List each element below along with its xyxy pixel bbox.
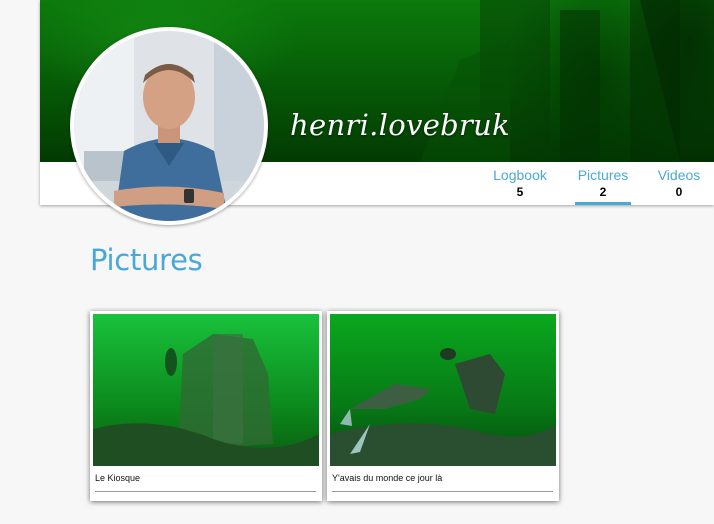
profile-header: henri.lovebruk Logbook 5 Pictures 2 Vide… [40,0,714,225]
picture-caption: Y'avais du monde ce jour là [332,473,443,483]
tab-videos-count: 0 [675,185,683,199]
tab-logbook[interactable]: Logbook 5 [486,162,554,205]
picture-card[interactable]: Le Kiosque [90,311,322,501]
tab-pictures[interactable]: Pictures 2 [575,162,631,205]
section-title: Pictures [90,243,203,277]
tab-logbook-count: 5 [516,185,524,199]
divider [332,491,553,492]
tab-videos[interactable]: Videos 0 [651,162,707,205]
tab-logbook-label: Logbook [493,167,547,183]
divider [95,491,316,492]
picture-caption: Le Kiosque [95,473,141,483]
tab-videos-label: Videos [657,167,701,183]
profile-tabs: Logbook 5 Pictures 2 Videos 0 [40,162,714,205]
profile-username: henri.lovebruk [290,108,511,142]
picture-card[interactable]: Y'avais du monde ce jour là [327,311,559,501]
tab-pictures-label: Pictures [577,167,629,183]
picture-thumbnail [93,314,319,466]
picture-thumbnail [330,314,556,466]
tab-pictures-count: 2 [599,185,607,199]
